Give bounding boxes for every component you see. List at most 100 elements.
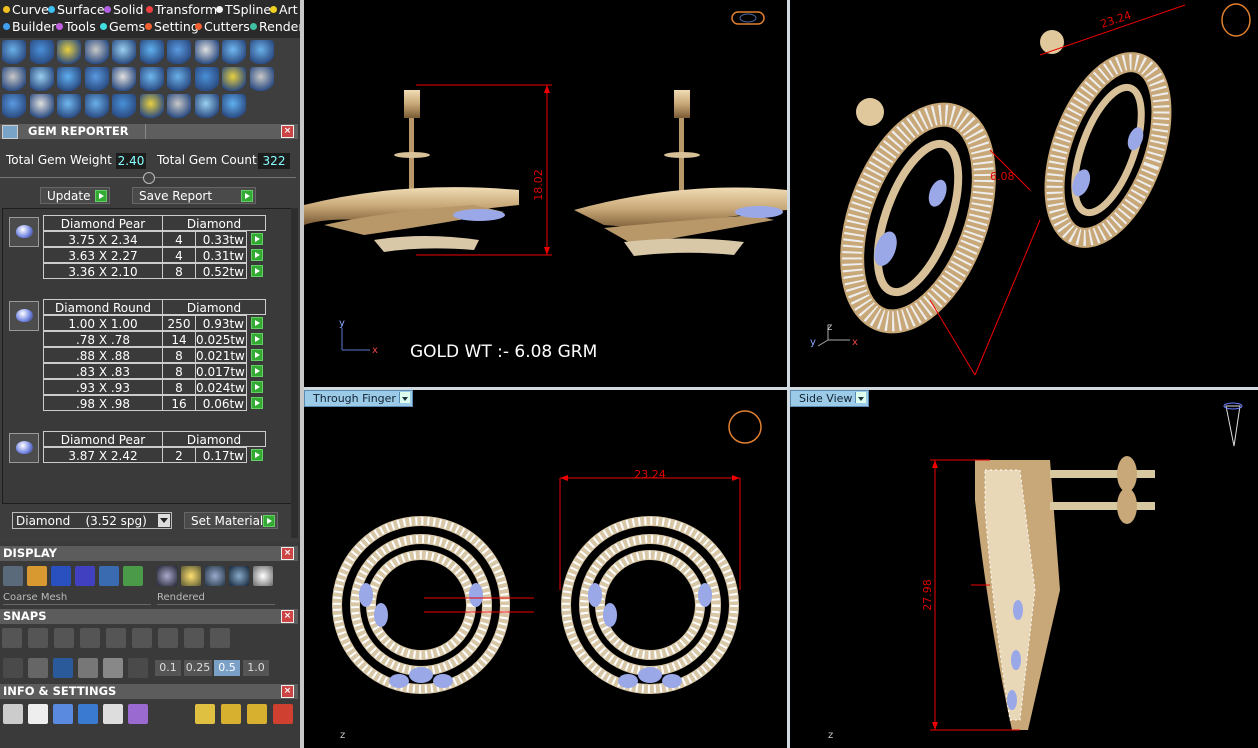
chrome-sphere-icon[interactable]: [229, 566, 249, 586]
menu-transform[interactable]: Transform: [146, 3, 217, 17]
circle-tool-icon[interactable]: [112, 94, 136, 118]
select-gems-button[interactable]: [251, 349, 263, 361]
material-icon[interactable]: [75, 566, 95, 586]
menu-surface[interactable]: Surface: [48, 3, 105, 17]
select-gems-button[interactable]: [251, 317, 263, 329]
snap-quad-icon[interactable]: [158, 628, 178, 648]
material-select[interactable]: Diamond (3.52 spg): [12, 512, 172, 529]
menu-gems[interactable]: Gems: [100, 20, 145, 34]
select-gems-button[interactable]: [251, 365, 263, 377]
set-material-button[interactable]: Set Material: [184, 512, 278, 529]
loft-tool-icon[interactable]: [249, 40, 274, 64]
cube-icon[interactable]: [28, 658, 48, 678]
gold-sphere-icon[interactable]: [181, 566, 201, 586]
revolve-tool-icon[interactable]: [139, 40, 164, 64]
pipe-tool-icon[interactable]: [29, 67, 54, 91]
sweep-tool-icon[interactable]: [2, 67, 26, 91]
surface-tool-icon[interactable]: [167, 94, 191, 118]
blend-tool-icon[interactable]: [84, 67, 109, 91]
snap-mid-icon[interactable]: [28, 628, 48, 648]
alert-icon[interactable]: [273, 704, 293, 724]
snap-center-icon[interactable]: [132, 628, 152, 648]
menu-setting[interactable]: Setting: [145, 20, 199, 34]
close-icon[interactable]: ×: [281, 685, 294, 698]
scrollbar[interactable]: [291, 208, 298, 538]
copy-tool-icon[interactable]: [57, 94, 81, 118]
curve-tool-icon[interactable]: [2, 40, 26, 64]
scale-tool-icon[interactable]: [222, 67, 246, 91]
close-icon[interactable]: ×: [281, 125, 294, 138]
glass-sphere-icon[interactable]: [205, 566, 225, 586]
document-icon[interactable]: [103, 704, 123, 724]
viewport-side[interactable]: Side View 27.98 z: [790, 390, 1258, 748]
gear-icon[interactable]: [3, 704, 23, 724]
select-gems-button[interactable]: [251, 397, 263, 409]
export-icon[interactable]: [247, 704, 267, 724]
trim-tool-icon[interactable]: [2, 94, 26, 118]
close-icon[interactable]: ×: [281, 610, 294, 623]
group-tool-icon[interactable]: [29, 94, 54, 118]
snap-tan-icon[interactable]: [210, 628, 230, 648]
menu-tools[interactable]: Tools: [56, 20, 96, 34]
light-icon[interactable]: [195, 704, 215, 724]
mirror-tool-icon[interactable]: [194, 40, 219, 64]
mesh-quality-select[interactable]: Coarse Mesh: [3, 592, 151, 605]
viewport-through-finger[interactable]: Through Finger 23.24 z: [304, 390, 787, 748]
magnifier-icon[interactable]: [28, 704, 48, 724]
gem-tool-icon[interactable]: [112, 40, 136, 64]
menu-cutters[interactable]: Cutters: [195, 20, 250, 34]
cut-tool-icon[interactable]: [249, 67, 274, 91]
viewport-front[interactable]: 18.02 y x GOLD WT :- 6.08 GRM: [304, 0, 787, 387]
rail-tool-icon[interactable]: [57, 67, 81, 91]
curve-tool-icon[interactable]: [139, 94, 164, 118]
snap-end-icon[interactable]: [2, 628, 22, 648]
render-mode-select[interactable]: Rendered: [157, 592, 275, 605]
snap-value-2[interactable]: 0.5: [214, 660, 240, 676]
arrow-icon[interactable]: [128, 658, 148, 678]
measure-icon[interactable]: [53, 658, 73, 678]
collapse-toggle-icon[interactable]: [143, 172, 155, 184]
select-gems-button[interactable]: [251, 333, 263, 345]
menu-art[interactable]: Art: [270, 3, 298, 17]
surface-tool-icon[interactable]: [29, 40, 54, 64]
white-sphere-icon[interactable]: [253, 566, 273, 586]
menu-tspline[interactable]: TSpline: [216, 3, 271, 17]
move-tool-icon[interactable]: [167, 67, 191, 91]
menu-render[interactable]: Render: [250, 20, 300, 34]
update-button[interactable]: Update: [40, 187, 110, 204]
viewport-perspective[interactable]: 23.24 6.08 z x y: [790, 0, 1258, 387]
print-icon[interactable]: [221, 704, 241, 724]
menu-solid[interactable]: Solid: [104, 3, 143, 17]
select-gems-button[interactable]: [251, 449, 263, 461]
render-sphere-icon[interactable]: [157, 566, 177, 586]
settings-icon[interactable]: [128, 704, 148, 724]
grid-icon[interactable]: [3, 658, 23, 678]
snap-point-icon[interactable]: [80, 628, 100, 648]
extrude-tool-icon[interactable]: [84, 40, 109, 64]
measure-tool-icon[interactable]: [84, 94, 109, 118]
gem-shape-icon[interactable]: [9, 301, 39, 331]
gem-shape-icon[interactable]: [9, 217, 39, 247]
snap-value-3[interactable]: 1.0: [243, 660, 269, 676]
save-report-button[interactable]: Save Report: [132, 187, 256, 204]
select-gems-button[interactable]: [251, 249, 263, 261]
bool-tool-icon[interactable]: [112, 67, 136, 91]
snap-int-icon[interactable]: [54, 628, 74, 648]
transform-tool-icon[interactable]: [167, 40, 191, 64]
menu-builder[interactable]: Builder: [3, 20, 56, 34]
snap-near-icon[interactable]: [184, 628, 204, 648]
array-tool-icon[interactable]: [222, 40, 246, 64]
snap-perp-icon[interactable]: [106, 628, 126, 648]
select-gems-button[interactable]: [251, 233, 263, 245]
select-gems-button[interactable]: [251, 381, 263, 393]
select-gems-button[interactable]: [251, 265, 263, 277]
sphere-icon[interactable]: [51, 566, 71, 586]
eye-icon[interactable]: [103, 658, 123, 678]
dots-icon[interactable]: [78, 658, 98, 678]
grid-icon[interactable]: [123, 566, 143, 586]
menu-curve[interactable]: Curve: [3, 3, 49, 17]
box-icon[interactable]: [78, 704, 98, 724]
close-icon[interactable]: ×: [281, 547, 294, 560]
environment-icon[interactable]: [99, 566, 119, 586]
wireframe-icon[interactable]: [3, 566, 23, 586]
